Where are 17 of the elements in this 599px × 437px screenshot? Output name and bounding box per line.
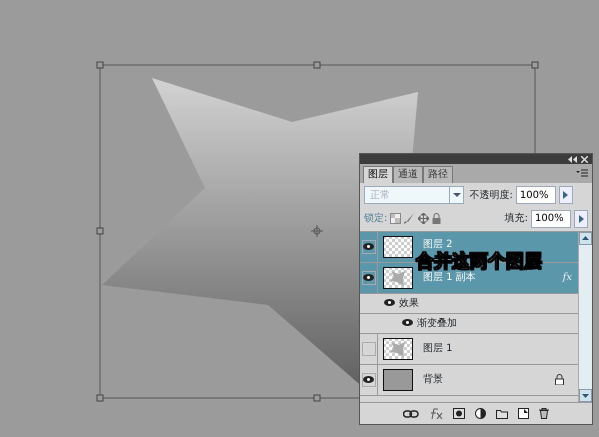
opacity-field[interactable]: 100% [516,186,556,204]
layer-row[interactable]: 背景 [360,364,578,396]
panel-tab[interactable]: 路径 [423,166,453,183]
layer-row[interactable]: 图层 1 [360,334,578,364]
fill-field[interactable]: 100% [531,210,571,228]
lock-label: 锁定: [364,212,388,226]
layer-name: 图层 1 副本 [422,270,477,285]
opacity-label: 不透明度: [470,188,513,202]
layer-name: 图层 1 [422,342,454,356]
panel-tab[interactable]: 图层 [363,166,393,183]
layer-name: 图层 2 [422,238,454,251]
effects-label: fx [562,271,572,285]
effect-name[interactable]: 效果 [399,296,419,310]
layer-name: 背景 [422,372,444,387]
fill-label: 填充: [504,212,528,226]
panel-tab[interactable]: 通道 [393,166,423,183]
effect-name[interactable]: 渐变叠加 [417,316,457,330]
